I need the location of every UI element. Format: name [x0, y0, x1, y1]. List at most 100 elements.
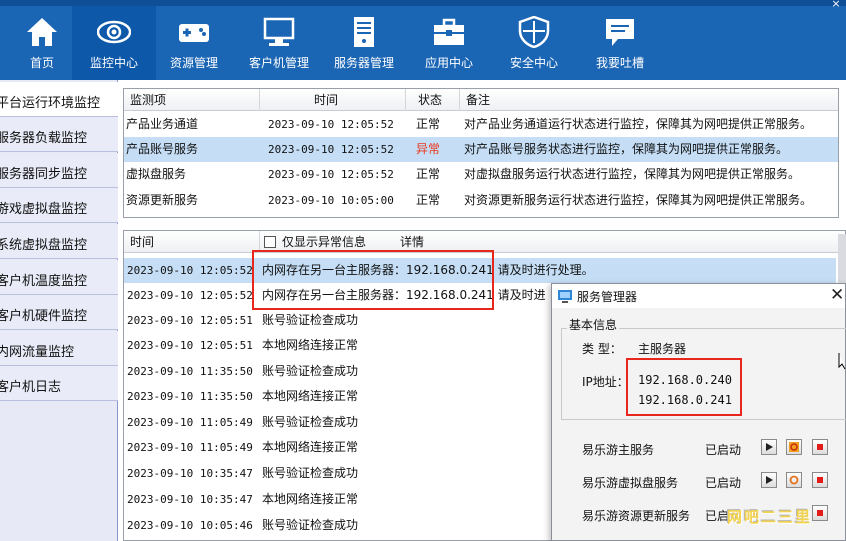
sidebar-item-system-vdisk[interactable]: 系统虚拟盘监控	[0, 224, 118, 259]
stop-button[interactable]	[812, 472, 828, 488]
ip-label: IP地址：	[582, 375, 629, 389]
cell-time: 2023-09-10 12:05:52	[127, 264, 253, 277]
stop-button[interactable]	[812, 505, 828, 521]
cell-note: 对产品业务通道运行状态进行监控，保障其为网吧提供正常服务。	[464, 117, 813, 131]
nav-item-resource-management[interactable]: 资源管理	[152, 6, 236, 80]
dialog-title: 服务管理器	[577, 290, 638, 304]
table-row[interactable]: 资源更新服务 2023-09-10 10:05:00 正常 对资源更新服务运行状…	[124, 188, 838, 213]
nav-item-label: 我要吐槽	[595, 56, 644, 70]
nav-item-label: 资源管理	[169, 56, 218, 70]
sidebar-item-lan-traffic[interactable]: 内网流量监控	[0, 331, 118, 366]
shield-icon	[518, 16, 550, 48]
dialog-close-icon[interactable]: ✕	[830, 285, 844, 305]
column-header-item[interactable]: 监测项	[124, 89, 260, 111]
restart-button[interactable]	[786, 439, 802, 455]
sidebar-item-client-log[interactable]: 客户机日志	[0, 366, 118, 401]
sidebar-item-label: 服务器负载监控	[0, 131, 88, 146]
table-header: 监测项 时间 状态 备注	[124, 89, 838, 111]
cell-time: 2023-09-10 12:05:51	[127, 314, 253, 327]
service-name: 易乐游主服务	[582, 443, 655, 457]
service-status: 已启动	[705, 443, 742, 457]
sidebar-item-client-temp[interactable]: 客户机温度监控	[0, 260, 118, 295]
table-row[interactable]: 虚拟盘服务 2023-09-10 12:05:52 正常 对虚拟盘服务运行状态进…	[124, 162, 838, 187]
cell-time: 2023-09-10 11:35:50	[127, 390, 253, 403]
toolbox-icon	[434, 18, 464, 45]
cell-time: 2023-09-10 12:05:52	[268, 143, 394, 156]
only-errors-checkbox[interactable]	[264, 236, 276, 248]
sidebar-item-server-load[interactable]: 服务器负载监控	[0, 117, 118, 152]
service-name: 易乐游资源更新服务	[582, 509, 691, 523]
type-value: 主服务器	[638, 342, 687, 356]
service-status: 已启	[705, 509, 730, 523]
nav-item-app-center[interactable]: 应用中心	[407, 6, 491, 80]
nav-item-security-center[interactable]: 安全中心	[492, 6, 576, 80]
sidebar-item-label: 游戏虚拟盘监控	[0, 202, 88, 217]
monitor-icon	[263, 17, 295, 46]
column-header-note[interactable]: 备注	[460, 89, 838, 111]
restart-button[interactable]	[786, 472, 802, 488]
home-icon	[27, 18, 57, 46]
highlight-box-ip	[626, 358, 742, 416]
sidebar-item-game-vdisk[interactable]: 游戏虚拟盘监控	[0, 188, 118, 223]
cell-time: 2023-09-10 12:05:52	[268, 168, 394, 181]
gamepad-icon	[179, 24, 209, 42]
service-manager-icon	[558, 290, 572, 303]
service-status: 已启动	[705, 476, 742, 490]
column-header-status[interactable]: 状态	[406, 89, 460, 111]
sidebar-item-label: 系统虚拟盘监控	[0, 238, 88, 253]
nav-item-label: 客户机管理	[248, 56, 309, 70]
cell-detail: 账号验证检查成功	[262, 466, 359, 480]
play-icon	[766, 443, 773, 451]
sidebar-item-label: 平台运行环境监控	[0, 96, 101, 111]
mouse-cursor-icon	[838, 353, 846, 370]
window-close-button[interactable]: ×	[826, 0, 846, 9]
cell-detail: 账号验证检查成功	[262, 364, 359, 378]
nav-item-client-management[interactable]: 客户机管理	[237, 6, 321, 80]
restart-icon	[789, 442, 799, 452]
eye-icon	[97, 20, 131, 44]
sidebar-item-label: 客户机日志	[0, 380, 62, 395]
cell-time: 2023-09-10 12:05:52	[268, 118, 394, 131]
nav-item-feedback[interactable]: 我要吐槽	[578, 6, 662, 80]
service-name: 易乐游虚拟盘服务	[582, 476, 679, 490]
table-row[interactable]: 产品账号服务 2023-09-10 12:05:52 异常 对产品账号服务状态进…	[124, 137, 838, 162]
start-button[interactable]	[761, 439, 777, 455]
cell-detail: 账号验证检查成功	[262, 518, 359, 532]
nav-item-monitor-center[interactable]: 监控中心	[72, 6, 156, 80]
top-nav-bar: × 首页 监控中心 资源管理 客户机管理 服务器管理 应用中心 安全中心 我要吐…	[0, 0, 846, 80]
dialog-titlebar[interactable]: 服务管理器 ✕	[552, 284, 845, 308]
sidebar-item-client-hardware[interactable]: 客户机硬件监控	[0, 295, 118, 330]
cell-item: 产品账号服务	[126, 142, 199, 156]
stop-button[interactable]	[812, 439, 828, 455]
start-button[interactable]	[761, 472, 777, 488]
stop-icon	[817, 510, 823, 516]
watermark: 网吧二三里	[727, 508, 813, 526]
cell-time: 2023-09-10 12:05:52	[127, 289, 253, 302]
sidebar-item-label: 客户机温度监控	[0, 274, 88, 289]
cell-note: 对虚拟盘服务运行状态进行监控，保障其为网吧提供正常服务。	[464, 167, 801, 181]
cell-status: 正常	[416, 117, 441, 131]
cell-detail: 本地网络连接正常	[262, 389, 359, 403]
restart-icon	[789, 475, 799, 485]
cell-detail: 账号验证检查成功	[262, 415, 359, 429]
sidebar-item-server-sync[interactable]: 服务器同步监控	[0, 153, 118, 188]
type-label: 类 型：	[582, 342, 622, 356]
stop-icon	[817, 477, 823, 483]
cell-time: 2023-09-10 11:35:50	[127, 365, 253, 378]
cell-detail: 账号验证检查成功	[262, 313, 359, 327]
column-header-time[interactable]: 时间	[124, 231, 260, 253]
group-title: 基本信息	[567, 316, 620, 333]
table-row[interactable]: 产品业务通道 2023-09-10 12:05:52 正常 对产品业务通道运行状…	[124, 112, 838, 137]
cell-time: 2023-09-10 10:05:00	[268, 194, 394, 207]
server-icon	[354, 17, 374, 47]
feedback-icon	[606, 19, 634, 46]
column-header-time[interactable]: 时间	[260, 89, 406, 111]
cell-item: 虚拟盘服务	[126, 167, 187, 181]
cell-item: 资源更新服务	[126, 193, 199, 207]
cell-status-error: 异常	[416, 142, 441, 156]
sidebar-item-platform-env[interactable]: 平台运行环境监控	[0, 82, 118, 117]
cell-detail: 本地网络连接正常	[262, 440, 359, 454]
nav-item-server-management[interactable]: 服务器管理	[322, 6, 406, 80]
cell-detail: 本地网络连接正常	[262, 338, 359, 352]
nav-item-label: 安全中心	[509, 56, 558, 70]
